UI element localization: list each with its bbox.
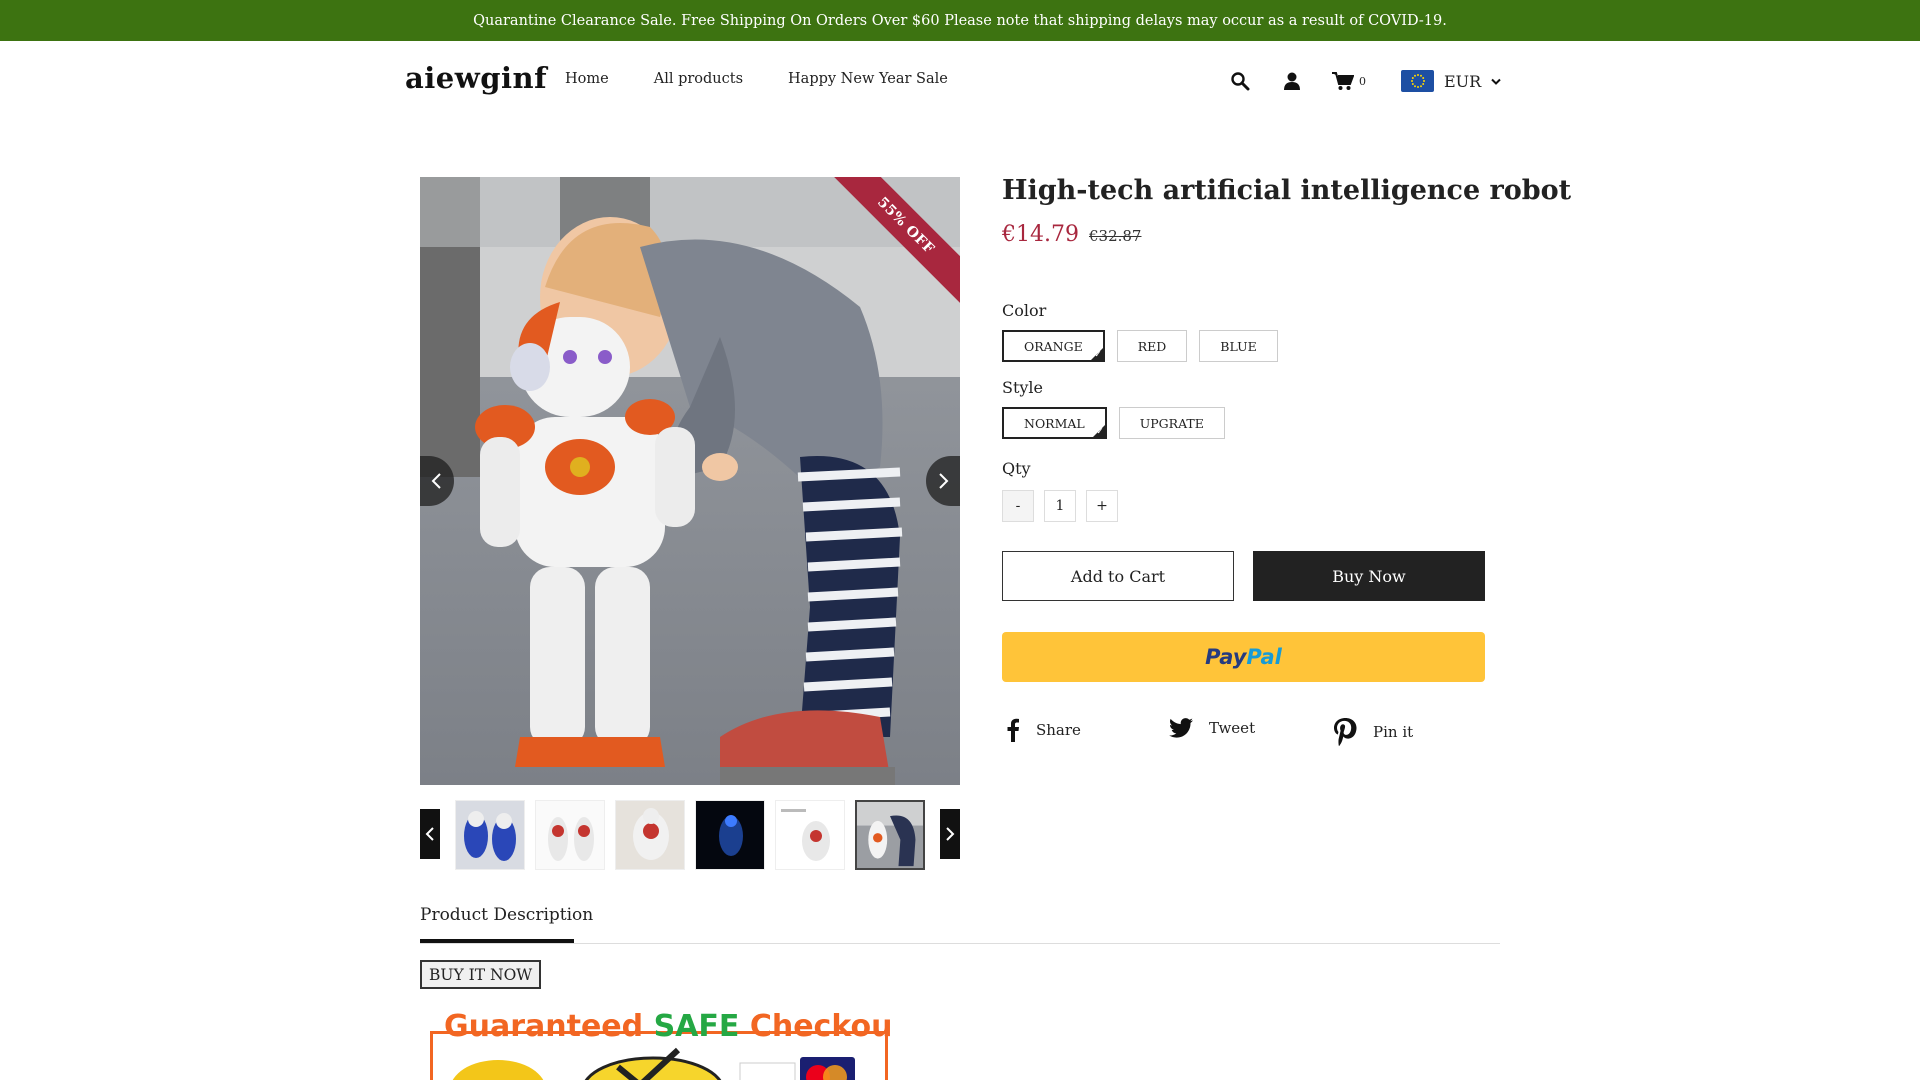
twitter-icon [1169, 718, 1193, 738]
swatch-label: NORMAL [1024, 415, 1085, 431]
site-header: aiewginf Home All products Happy New Yea… [0, 41, 1920, 121]
cart-icon[interactable] [1332, 71, 1354, 91]
swatch-label: BLUE [1220, 338, 1257, 354]
thumbnail-1[interactable] [455, 800, 525, 870]
thumbnail-6[interactable] [855, 800, 925, 870]
thumbnail-prev-button[interactable] [420, 809, 440, 859]
swatch-normal[interactable]: NORMAL ✓ [1002, 407, 1107, 439]
qty-increase-button[interactable]: + [1086, 490, 1118, 522]
chevron-right-icon [939, 473, 949, 489]
thumbnail-3[interactable] [615, 800, 685, 870]
facebook-icon [1007, 718, 1019, 742]
currency-label: EUR [1444, 71, 1482, 91]
check-icon: ✓ [1096, 427, 1104, 437]
currency-selector[interactable]: EUR [1401, 70, 1501, 92]
paypal-button[interactable]: Pay Pal [1002, 632, 1485, 682]
share-twitter[interactable]: Tweet [1169, 718, 1255, 738]
swatch-upgrate[interactable]: UPGRATE [1118, 407, 1225, 439]
buy-it-now-button[interactable]: BUY IT NOW [420, 960, 542, 989]
sale-price: €14.79 [1002, 222, 1079, 247]
share-label: Pin it [1373, 723, 1414, 741]
add-to-cart-button[interactable]: Add to Cart [1002, 551, 1234, 601]
swatch-red[interactable]: RED [1116, 330, 1188, 362]
paypal-logo-part1: Pay [1205, 645, 1247, 669]
chevron-left-icon [425, 827, 434, 841]
safe-checkout-badge: Guaranteed SAFE Checkout [428, 1005, 890, 1080]
header-icons: 0 [1228, 66, 1366, 96]
chevron-left-icon [431, 473, 441, 489]
price-row: €14.79 €32.87 [1002, 222, 1141, 247]
account-icon[interactable] [1280, 71, 1304, 91]
quantity-stepper: - 1 + [1002, 490, 1118, 522]
share-label: Tweet [1209, 719, 1256, 737]
cart-count: 0 [1359, 74, 1366, 88]
qty-input[interactable]: 1 [1044, 490, 1076, 522]
option-label-color: Color [1002, 301, 1047, 320]
qty-decrease-button[interactable]: - [1002, 490, 1034, 522]
nav-home[interactable]: Home [565, 71, 609, 87]
thumbnail-strip [420, 800, 960, 870]
robot-photo [420, 177, 960, 785]
swatch-orange[interactable]: ORANGE ✓ [1002, 330, 1105, 362]
product-title: High-tech artificial intelligence robot [1002, 175, 1572, 206]
chevron-right-icon [946, 827, 955, 841]
site-logo[interactable]: aiewginf [405, 61, 547, 95]
swatch-label: ORANGE [1024, 338, 1083, 354]
color-swatches: ORANGE ✓ RED BLUE [1002, 330, 1278, 362]
compare-price: €32.87 [1088, 227, 1142, 245]
thumbnail-next-button[interactable] [940, 809, 960, 859]
thumbnail-5[interactable] [775, 800, 845, 870]
option-label-style: Style [1002, 378, 1044, 397]
paypal-logo-part2: Pal [1246, 645, 1282, 669]
buy-now-button[interactable]: Buy Now [1253, 551, 1485, 601]
share-label: Share [1036, 721, 1081, 739]
main-nav: Home All products Happy New Year Sale [565, 71, 993, 87]
tab-divider [420, 943, 1500, 944]
product-main-image[interactable]: 55% OFF [420, 177, 960, 785]
pinterest-icon [1334, 718, 1357, 746]
announcement-text: Quarantine Clearance Sale. Free Shipping… [473, 12, 1447, 29]
thumbnail-2[interactable] [535, 800, 605, 870]
check-icon: ✓ [1094, 350, 1102, 360]
nav-happy-new-year-sale[interactable]: Happy New Year Sale [788, 71, 948, 87]
swatch-label: RED [1137, 338, 1167, 354]
share-facebook[interactable]: Share [1006, 718, 1081, 742]
qty-label: Qty [1002, 459, 1031, 478]
swatch-label: UPGRATE [1139, 415, 1204, 431]
eu-flag-icon [1401, 70, 1434, 92]
announcement-bar: Quarantine Clearance Sale. Free Shipping… [0, 0, 1920, 41]
nav-all-products[interactable]: All products [654, 71, 743, 87]
swatch-blue[interactable]: BLUE [1199, 330, 1278, 362]
tab-product-description[interactable]: Product Description [420, 905, 593, 925]
chevron-down-icon [1491, 72, 1501, 90]
style-swatches: NORMAL ✓ UPGRATE [1002, 407, 1225, 439]
search-icon[interactable] [1228, 71, 1252, 91]
share-pinterest[interactable]: Pin it [1333, 718, 1413, 746]
thumbnail-4[interactable] [695, 800, 765, 870]
payment-logos [452, 1047, 855, 1080]
